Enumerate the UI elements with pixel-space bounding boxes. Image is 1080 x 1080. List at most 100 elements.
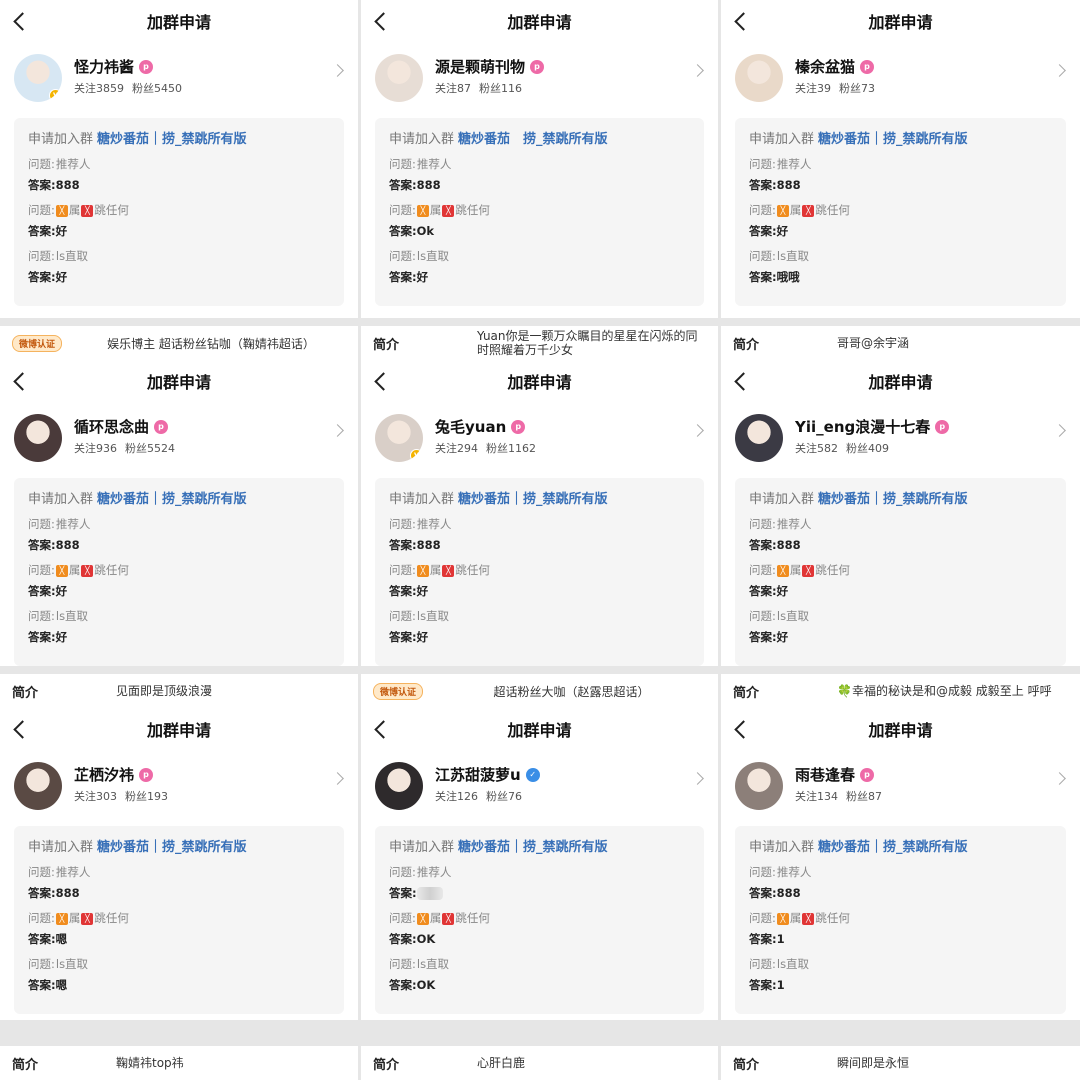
applicant-profile-row[interactable]: Yii_eng浪漫十七春 p 关注582 粉丝409 [721, 410, 1080, 468]
question-text: 属 [68, 203, 81, 217]
question-label: 问题: [389, 957, 416, 971]
member-level-icon: p [530, 59, 545, 74]
applicant-name: 江苏甜菠萝u ✓ [435, 764, 540, 785]
answer-line: 答案:好 [389, 584, 690, 599]
question-text: 属 [429, 911, 442, 925]
group-link[interactable]: 糖炒番茄｜捞_禁跳所有版 [97, 132, 247, 147]
applicant-profile-row[interactable]: v 怪力祎酱 p 关注3859 粉丝5450 [0, 50, 358, 108]
member-level-icon: p [935, 419, 950, 434]
o-icon: ╳ [416, 564, 429, 577]
question-text: 跳任何 [815, 911, 850, 925]
question-text: 推荐人 [416, 865, 452, 879]
answer-label: 答案: [389, 886, 417, 900]
group-link[interactable]: 糖炒番茄｜捞_禁跳所有版 [97, 492, 247, 507]
answer-label: 答案: [389, 178, 417, 192]
applicant-profile-row[interactable]: 榛余盆猫 p 关注39 粉丝73 [721, 50, 1080, 108]
applicant-name-text: 怪力祎酱 [74, 58, 135, 76]
back-arrow-icon[interactable] [373, 10, 393, 32]
back-arrow-icon[interactable] [12, 718, 32, 740]
group-link[interactable]: 糖炒番茄｜捞_禁跳所有版 [818, 840, 968, 855]
avatar[interactable] [14, 414, 62, 462]
question-line: 问题: ╳ 属 ╳ 跳任何 [28, 911, 330, 926]
question-line: 问题: 推荐人 [389, 865, 690, 880]
applicant-profile-row[interactable]: 雨巷逢春 p 关注134 粉丝87 [721, 758, 1080, 816]
question-text: 推荐人 [776, 865, 812, 879]
question-line: 问题: ls直取 [389, 609, 690, 624]
back-arrow-icon[interactable] [733, 718, 753, 740]
question-label: 问题: [389, 563, 416, 577]
avatar[interactable]: v [14, 54, 62, 102]
question-answer: 问题: 推荐人 答案:888 [389, 157, 690, 193]
answer-text: 1 [776, 932, 785, 946]
r-icon: ╳ [442, 564, 455, 577]
answer-text: 好 [55, 584, 68, 598]
intro-text: 🍀幸福的秘诀是和@成毅 成毅至上 呼呼 [837, 684, 1052, 698]
back-arrow-icon[interactable] [733, 370, 753, 392]
o-icon: ╳ [55, 912, 68, 925]
avatar[interactable] [735, 54, 783, 102]
applicant-profile-row[interactable]: 芷栖汐祎 p 关注303 粉丝193 [0, 758, 358, 816]
question-answer: 问题: 推荐人 答案:888 [28, 157, 330, 193]
question-line: 问题: 推荐人 [389, 157, 690, 172]
question-answer: 问题: 推荐人 答案:888 [389, 517, 690, 553]
group-link[interactable]: 糖炒番茄｜捞_禁跳所有版 [818, 492, 968, 507]
chevron-right-icon [331, 64, 344, 77]
back-arrow-icon[interactable] [373, 370, 393, 392]
group-link[interactable]: 糖炒番茄 捞_禁跳所有版 [458, 132, 608, 147]
avatar[interactable]: v [375, 414, 423, 462]
group-link[interactable]: 糖炒番茄｜捞_禁跳所有版 [97, 840, 247, 855]
application-panel: 简介 Yuan你是一颗万众瞩目的星星在闪烁的同时照耀着万千少女 加群申请 v 兔毛yua… [361, 326, 718, 666]
avatar[interactable] [735, 414, 783, 462]
applicant-stats: 关注936 粉丝5524 [74, 440, 183, 456]
answer-line: 答案:888 [28, 886, 330, 901]
answer-line: 答案:888 [28, 178, 330, 193]
follow-count: 关注3859 [74, 82, 124, 95]
answer-label: 答案: [389, 932, 417, 946]
question-label: 问题: [28, 957, 55, 971]
question-label: 问题: [749, 865, 776, 879]
follow-count: 关注134 [795, 790, 838, 803]
apply-group-line: 申请加入群 糖炒番茄｜捞_禁跳所有版 [749, 836, 1052, 855]
question-text: 推荐人 [55, 517, 91, 531]
question-line: 问题: ╳ 属 ╳ 跳任何 [389, 563, 690, 578]
r-icon: ╳ [81, 564, 94, 577]
o-icon: ╳ [416, 912, 429, 925]
applicant-profile-row[interactable]: v 兔毛yuan p 关注294 粉丝1162 [361, 410, 718, 468]
answer-text: 嗯 [55, 932, 68, 946]
answer-label: 答案: [749, 178, 777, 192]
panel-header: 加群申请 [361, 4, 718, 38]
question-line: 问题: 推荐人 [28, 517, 330, 532]
back-arrow-icon[interactable] [733, 10, 753, 32]
question-answer: 问题: ╳ 属 ╳ 跳任何 答案:嗯 [28, 911, 330, 947]
applicant-name: 兔毛yuan p [435, 416, 526, 437]
applicant-profile-row[interactable]: 循环思念曲 p 关注936 粉丝5524 [0, 410, 358, 468]
answer-line: 答案:嗯 [28, 978, 330, 993]
answer-text: 嗯 [55, 978, 68, 992]
question-answer: 问题: ╳ 属 ╳ 跳任何 答案:好 [749, 203, 1052, 239]
group-link[interactable]: 糖炒番茄｜捞_禁跳所有版 [818, 132, 968, 147]
back-arrow-icon[interactable] [12, 370, 32, 392]
avatar[interactable] [14, 762, 62, 810]
applicant-profile-row[interactable]: 江苏甜菠萝u ✓ 关注126 粉丝76 [361, 758, 718, 816]
application-card: 申请加入群 糖炒番茄｜捞_禁跳所有版 问题: 推荐人 答案:888 问题: ╳ 属 ╳ 跳任何 答案… [735, 478, 1066, 666]
group-link[interactable]: 糖炒番茄｜捞_禁跳所有版 [458, 492, 608, 507]
avatar[interactable] [735, 762, 783, 810]
question-line: 问题: 推荐人 [749, 157, 1052, 172]
answer-line: 答案:好 [389, 630, 690, 645]
avatar[interactable] [375, 54, 423, 102]
back-arrow-icon[interactable] [373, 718, 393, 740]
applicant-profile-row[interactable]: 源是颗萌刊物 p 关注87 粉丝116 [361, 50, 718, 108]
question-label: 问题: [749, 911, 776, 925]
o-icon: ╳ [776, 204, 789, 217]
question-text: 推荐人 [776, 517, 812, 531]
avatar[interactable] [375, 762, 423, 810]
answer-label: 答案: [389, 584, 417, 598]
question-text: 跳任何 [455, 203, 490, 217]
group-link[interactable]: 糖炒番茄｜捞_禁跳所有版 [458, 840, 608, 855]
question-text: 推荐人 [776, 157, 812, 171]
member-level-icon: p [511, 419, 526, 434]
apply-label: 申请加入群 [749, 840, 815, 855]
chevron-right-icon [691, 64, 704, 77]
back-arrow-icon[interactable] [12, 10, 32, 32]
r-icon: ╳ [442, 204, 455, 217]
